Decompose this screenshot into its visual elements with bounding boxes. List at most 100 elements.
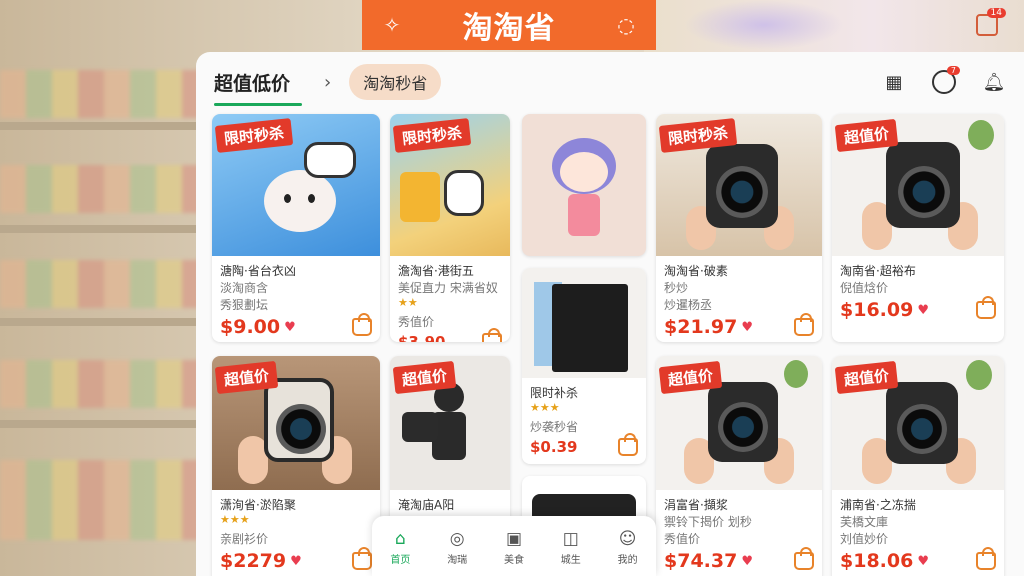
header-tools: ▦ 7 🔔︎	[882, 66, 1006, 94]
product-meta: 刘值妙价	[840, 532, 889, 546]
product-card[interactable]	[522, 114, 646, 256]
heart-icon[interactable]: ♥	[917, 554, 929, 569]
product-card[interactable]: 限时补杀 ★★★ 炒袭秒省 $0.39	[522, 268, 646, 464]
product-rating: ★★★	[220, 513, 250, 526]
product-subtitle: 美促直力 宋满省奴	[398, 281, 498, 295]
nav-label: 淘瑞	[447, 554, 468, 566]
nav-home[interactable]: ⌂ 首页	[390, 528, 410, 566]
promo-tag: 限时秒杀	[214, 118, 294, 153]
product-image	[522, 268, 646, 378]
product-subtitle: 倪值焓价	[840, 281, 889, 295]
bell-icon[interactable]: 🔔︎	[982, 70, 1006, 94]
main-panel: 超值低价 › 淘淘秒省 ▦ 7 🔔︎ 限时秒杀 溏陶·省台衣凶 淡淘商含 秀狠劃…	[196, 52, 1024, 576]
product-meta: 秀值价	[664, 532, 701, 546]
cart-bag-icon[interactable]	[794, 313, 814, 336]
camera-figure	[886, 142, 960, 228]
shelf-goods	[0, 360, 200, 408]
heart-icon[interactable]: ♥	[741, 554, 753, 569]
page-title[interactable]: 超值低价	[214, 69, 303, 106]
product-card[interactable]: 超值价 涓富省·擷浆 禦铃下揭价 划秒 秀值价 $74.37 ♥	[656, 356, 822, 576]
product-title: 潇洵省·淤陷聚	[220, 498, 296, 512]
app-top-bar: ✧ 淘淘省 ◌	[362, 0, 656, 50]
product-title: 淘淘省·破素	[664, 264, 728, 278]
cart-bag-icon[interactable]	[618, 433, 638, 456]
shelf	[0, 122, 200, 130]
shelf-goods	[0, 460, 200, 540]
product-title: 浦南省·之冻揣	[840, 498, 916, 512]
nav-discover[interactable]: ◎ 淘瑞	[447, 528, 468, 566]
app-brand-title: 淘淘省	[462, 11, 556, 46]
nav-label: 我的	[617, 554, 638, 566]
cart-bag-icon[interactable]	[794, 547, 814, 570]
shelf-goods	[0, 165, 200, 213]
product-image: 超值价	[656, 356, 822, 490]
nav-city[interactable]: ◫ 城生	[561, 528, 581, 566]
product-card[interactable]: 限时秒杀 淘淘省·破素 秒炒 炒暹杨丞 $21.97 ♥	[656, 114, 822, 342]
heart-icon[interactable]: ♥	[741, 320, 753, 335]
product-image: 超值价	[390, 356, 510, 490]
shelf	[0, 225, 200, 233]
food-icon: ▣	[505, 528, 523, 549]
product-meta: 秀狠劃坛	[220, 298, 269, 312]
product-subtitle: 秒炒	[664, 281, 689, 295]
heart-icon[interactable]: ♥	[917, 303, 929, 318]
camera-figure	[886, 382, 958, 464]
message-badge: 14	[986, 8, 1006, 18]
background-mascot	[684, 0, 844, 50]
product-price: $9.00	[220, 316, 281, 338]
product-price: $18.06	[840, 550, 914, 572]
nav-profile[interactable]: ☺ 我的	[617, 530, 638, 566]
cart-bag-icon[interactable]	[352, 547, 372, 570]
promo-tag: 限时秒杀	[392, 118, 472, 153]
product-title: 溏陶·省台衣凶	[220, 264, 296, 278]
product-rating: ★★	[398, 296, 418, 309]
heart-icon[interactable]: ♥	[284, 320, 296, 335]
product-image: 限时秒杀	[656, 114, 822, 256]
hamster-figure	[264, 170, 336, 232]
product-subtitle: 禦铃下揭价 划秒	[664, 515, 752, 529]
product-meta: 炒袭秒省	[530, 420, 579, 434]
product-image: 超值价	[832, 356, 1004, 490]
nav-label: 美食	[503, 554, 524, 566]
product-card[interactable]: 超值价 潇洵省·淤陷聚 ★★★ 亲剧衫价 $2279 ♥	[212, 356, 380, 576]
compass-icon: ◎	[449, 528, 465, 549]
tote-bag-figure	[552, 284, 628, 372]
product-subtitle: 淡淘商含	[220, 281, 269, 295]
product-card[interactable]: 限时秒杀 溏陶·省台衣凶 淡淘商含 秀狠劃坛 $9.00 ♥	[212, 114, 380, 342]
product-card[interactable]: 超值价 淘南省·超裕布 倪值焓价 $16.09 ♥	[832, 114, 1004, 342]
product-image: 限时秒杀	[390, 114, 510, 256]
notify-badge: 7	[946, 66, 960, 75]
sparkle-icon[interactable]: ✧	[380, 15, 404, 35]
product-price: $0.39	[530, 438, 578, 456]
city-icon: ◫	[562, 528, 579, 549]
breadcrumb-pill[interactable]: 淘淘秒省	[349, 64, 442, 100]
heart-icon[interactable]: ♥	[290, 554, 302, 569]
product-card[interactable]: 超值价 浦南省·之冻揣 芙橋文庫 刘值妙价 $18.06 ♥	[832, 356, 1004, 576]
product-meta: 亲剧衫价	[220, 532, 269, 546]
avatar-icon[interactable]: 7	[932, 66, 960, 94]
chevron-right-icon: ›	[324, 71, 332, 93]
shelf	[0, 420, 200, 428]
cart-bag-icon[interactable]	[976, 547, 996, 570]
cart-bag-icon[interactable]	[976, 296, 996, 319]
cart-bag-icon[interactable]	[482, 328, 502, 342]
camera-figure	[402, 412, 438, 442]
chat-icon[interactable]: ◌	[614, 15, 638, 35]
product-price: $16.09	[840, 299, 914, 321]
camera-figure	[264, 378, 334, 462]
plant-figure	[966, 360, 992, 390]
product-title: 涓富省·擷浆	[664, 498, 728, 512]
product-subtitle: 芙橋文庫	[840, 515, 889, 529]
home-icon: ⌂	[394, 528, 406, 549]
shelf-goods	[0, 260, 200, 308]
grid-icon[interactable]: ▦	[882, 70, 906, 94]
product-image: 超值价	[832, 114, 1004, 256]
cart-bag-icon[interactable]	[352, 313, 372, 336]
product-price: $21.97	[664, 316, 738, 338]
product-card[interactable]: 限时秒杀 澹淘省·港街五 美促直力 宋满省奴 ★★ 秀值价 $3.90	[390, 114, 510, 342]
product-title: 淹淘庙A阳	[398, 498, 455, 512]
nav-food[interactable]: ▣ 美食	[503, 528, 524, 566]
product-meta: 炒暹杨丞	[664, 298, 713, 312]
product-price: $74.37	[664, 550, 738, 572]
product-title: 澹淘省·港街五	[398, 264, 474, 278]
